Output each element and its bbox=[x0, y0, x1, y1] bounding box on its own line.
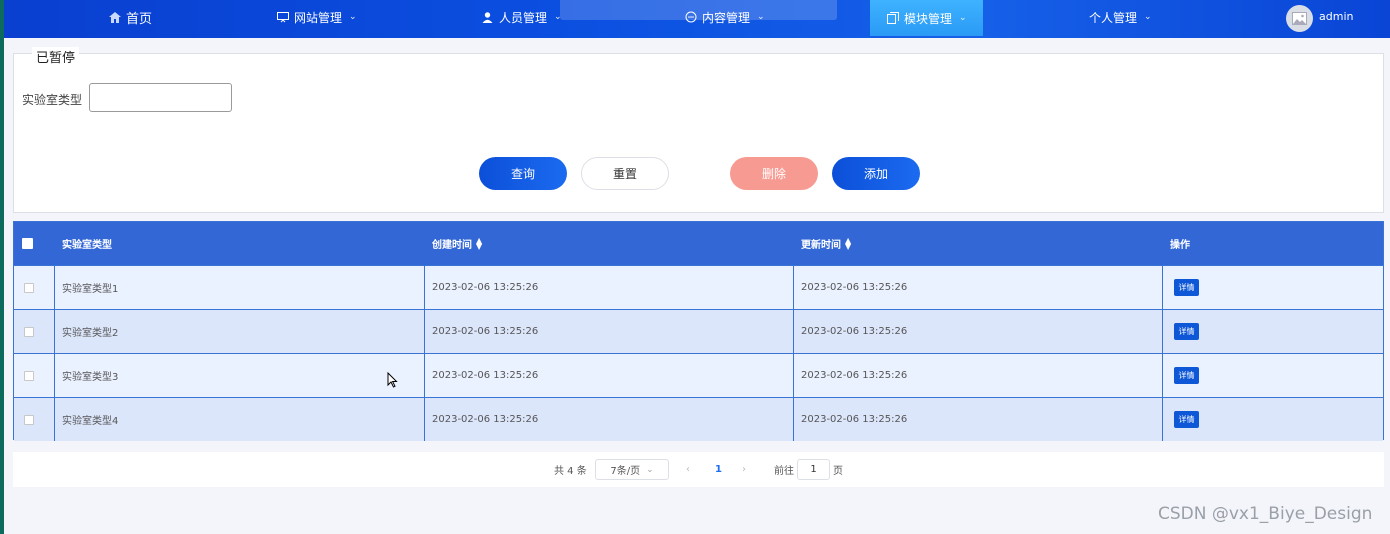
nav-home[interactable]: 首页 bbox=[108, 0, 152, 34]
cell-actions: 详情 bbox=[1174, 266, 1199, 309]
total-count: 共 4 条 bbox=[554, 466, 587, 477]
panel-legend: 已暂停 bbox=[32, 47, 80, 66]
column-divider bbox=[54, 265, 55, 441]
chevron-down-icon: ⌄ bbox=[1144, 12, 1152, 22]
row-checkbox[interactable] bbox=[24, 282, 34, 293]
pagination: 共 4 条 7条/页 ⌄ ‹ 1 › 前往 1 页 bbox=[13, 452, 1384, 487]
table-row: 实验室类型4 2023-02-06 13:25:26 2023-02-06 13… bbox=[14, 397, 1383, 441]
row-select-cell bbox=[24, 266, 34, 309]
select-all-checkbox[interactable] bbox=[22, 238, 33, 249]
goto-page-input[interactable]: 1 bbox=[797, 459, 830, 480]
cell-actions: 详情 bbox=[1174, 398, 1199, 441]
select-all-cell bbox=[22, 222, 33, 265]
chevron-down-icon: ⌄ bbox=[646, 464, 654, 475]
cell-created: 2023-02-06 13:25:26 bbox=[432, 282, 539, 293]
cell-updated: 2023-02-06 13:25:26 bbox=[801, 414, 908, 425]
chat-icon bbox=[684, 11, 697, 24]
nav-website-management[interactable]: 网站管理 ⌄ bbox=[276, 0, 357, 34]
nav-home-label: 首页 bbox=[126, 11, 153, 27]
nav-content-management[interactable]: 内容管理 ⌄ bbox=[684, 0, 765, 34]
column-divider bbox=[1162, 265, 1163, 441]
data-table: 实验室类型 创建时间 ▲ ▼ 更新时间 ▲ ▼ 操作 实验室类型1 2023-02-… bbox=[13, 221, 1384, 441]
column-header-updated[interactable]: 更新时间 ▲ ▼ bbox=[801, 222, 851, 265]
cell-type: 实验室类型2 bbox=[62, 328, 119, 339]
row-select-cell bbox=[24, 310, 34, 353]
query-button[interactable]: 查询 bbox=[479, 157, 567, 190]
nav-website-management-label: 网站管理 bbox=[294, 10, 343, 25]
nav-personnel-management[interactable]: 人员管理 ⌄ bbox=[481, 0, 562, 34]
chevron-down-icon: ⌄ bbox=[757, 12, 765, 22]
detail-button[interactable]: 详情 bbox=[1174, 323, 1199, 340]
module-icon bbox=[886, 12, 899, 25]
username[interactable]: admin bbox=[1319, 10, 1353, 23]
table-header: 实验室类型 创建时间 ▲ ▼ 更新时间 ▲ ▼ 操作 bbox=[14, 222, 1383, 265]
delete-button[interactable]: 删除 bbox=[730, 157, 818, 190]
row-select-cell bbox=[24, 354, 34, 397]
nav-personal-management-label: 个人管理 bbox=[1089, 10, 1138, 25]
sort-icon[interactable]: ▲ ▼ bbox=[845, 236, 851, 251]
column-header-created[interactable]: 创建时间 ▲ ▼ bbox=[432, 222, 482, 265]
cell-actions: 详情 bbox=[1174, 354, 1199, 397]
table-row: 实验室类型2 2023-02-06 13:25:26 2023-02-06 13… bbox=[14, 309, 1383, 353]
cell-updated: 2023-02-06 13:25:26 bbox=[801, 326, 908, 337]
cell-created: 2023-02-06 13:25:26 bbox=[432, 370, 539, 381]
nav-content-management-label: 内容管理 bbox=[702, 10, 751, 25]
column-header-created-label: 创建时间 bbox=[432, 240, 472, 251]
cell-created: 2023-02-06 13:25:26 bbox=[432, 326, 539, 337]
row-checkbox[interactable] bbox=[24, 326, 34, 337]
row-checkbox[interactable] bbox=[24, 370, 34, 381]
column-header-actions: 操作 bbox=[1170, 240, 1190, 251]
chevron-down-icon: ⌄ bbox=[959, 13, 967, 23]
detail-button[interactable]: 详情 bbox=[1174, 411, 1199, 428]
monitor-icon bbox=[276, 11, 289, 24]
column-divider bbox=[424, 265, 425, 441]
avatar[interactable] bbox=[1286, 5, 1313, 32]
table-row: 实验室类型1 2023-02-06 13:25:26 2023-02-06 13… bbox=[14, 265, 1383, 309]
page-number-current[interactable]: 1 bbox=[715, 452, 722, 487]
nav-personal-management[interactable]: 个人管理 ⌄ bbox=[1089, 0, 1152, 34]
row-checkbox[interactable] bbox=[24, 414, 34, 425]
cell-updated: 2023-02-06 13:25:26 bbox=[801, 282, 908, 293]
chevron-down-icon: ⌄ bbox=[349, 12, 357, 22]
user-icon bbox=[481, 11, 494, 24]
home-icon bbox=[108, 11, 121, 24]
cell-type: 实验室类型1 bbox=[62, 284, 119, 295]
window-edge bbox=[0, 0, 4, 534]
cell-type: 实验室类型3 bbox=[62, 372, 119, 383]
nav-module-management-label: 模块管理 bbox=[904, 11, 953, 26]
lab-type-label: 实验室类型 bbox=[22, 93, 83, 107]
cell-actions: 详情 bbox=[1174, 310, 1199, 353]
detail-button[interactable]: 详情 bbox=[1174, 367, 1199, 384]
cell-type: 实验室类型4 bbox=[62, 416, 119, 427]
next-page-button[interactable]: › bbox=[742, 452, 746, 487]
page-size-select[interactable]: 7条/页 ⌄ bbox=[595, 459, 669, 480]
nav-module-management[interactable]: 模块管理 ⌄ bbox=[870, 0, 983, 36]
goto-label: 前往 bbox=[774, 466, 794, 477]
nav-personnel-management-label: 人员管理 bbox=[499, 10, 548, 25]
column-divider bbox=[793, 265, 794, 441]
row-select-cell bbox=[24, 398, 34, 441]
watermark: CSDN @vx1_Biye_Design bbox=[1158, 504, 1373, 524]
reset-button[interactable]: 重置 bbox=[581, 157, 669, 190]
lab-type-input[interactable] bbox=[89, 83, 232, 112]
image-placeholder-icon bbox=[1292, 12, 1307, 25]
page-size-value: 7条/页 bbox=[610, 466, 641, 477]
page-suffix: 页 bbox=[833, 466, 843, 477]
column-header-type: 实验室类型 bbox=[62, 240, 112, 251]
mouse-cursor-icon bbox=[387, 372, 398, 388]
column-header-updated-label: 更新时间 bbox=[801, 240, 841, 251]
prev-page-button[interactable]: ‹ bbox=[686, 452, 690, 487]
chevron-down-icon: ⌄ bbox=[554, 12, 562, 22]
detail-button[interactable]: 详情 bbox=[1174, 279, 1199, 296]
sort-icon[interactable]: ▲ ▼ bbox=[476, 236, 482, 251]
table-row: 实验室类型3 2023-02-06 13:25:26 2023-02-06 13… bbox=[14, 353, 1383, 397]
cell-updated: 2023-02-06 13:25:26 bbox=[801, 370, 908, 381]
add-button[interactable]: 添加 bbox=[832, 157, 920, 190]
top-navigation: 首页 网站管理 ⌄ 人员管理 ⌄ 内容管理 ⌄ 模块管理 ⌄ 个人管理 ⌄ ad bbox=[4, 0, 1390, 38]
cell-created: 2023-02-06 13:25:26 bbox=[432, 414, 539, 425]
search-panel: 已暂停 实验室类型 查询 重置 删除 添加 bbox=[13, 47, 1384, 213]
